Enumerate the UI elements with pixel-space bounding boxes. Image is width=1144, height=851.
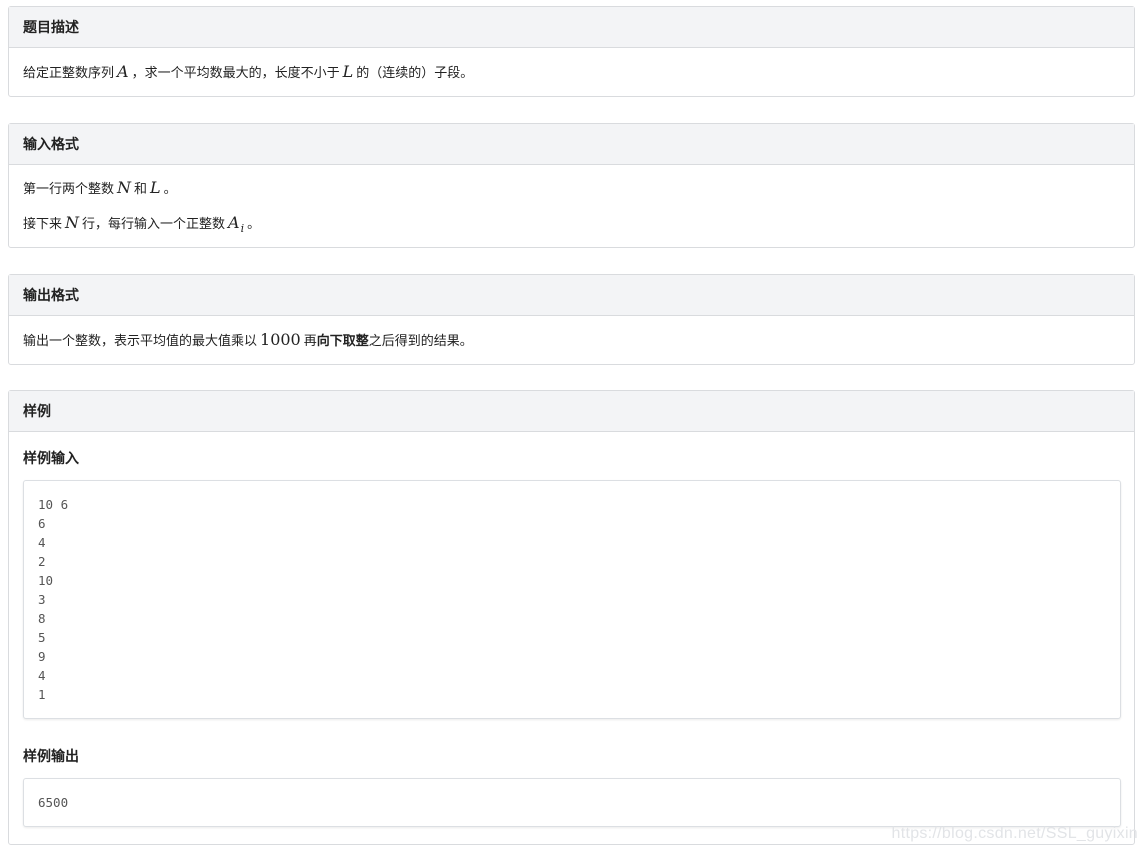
sample-header: 样例	[9, 391, 1134, 432]
math-var-n: N	[65, 213, 80, 232]
math-var-n: N	[117, 178, 132, 197]
emphasis-floor: 向下取整	[316, 334, 369, 349]
math-var-l: L	[150, 178, 161, 197]
watermark: https://blog.csdn.net/SSL_guyixin	[891, 825, 1138, 842]
description-text: 给定正整数序列 A ，求一个平均数最大的，长度不小于 L 的（连续的）子段。	[23, 62, 474, 81]
input-format-card: 输入格式 第一行两个整数 N 和 L 。 接下来 N 行，每行输入一个正整数 A…	[8, 123, 1135, 248]
sample-input-code[interactable]: 10 6 6 4 2 10 3 8 5 9 4 1	[38, 495, 1106, 704]
output-format-body: 输出一个整数，表示平均值的最大值乘以 1000 再 向下取整 之后得到的结果。	[9, 316, 1134, 352]
sample-output-label: 样例输出	[23, 749, 79, 765]
sample-card: 样例 样例输入 10 6 6 4 2 10 3 8 5 9 4 1 样例输出 6…	[8, 390, 1135, 845]
output-format-header: 输出格式	[9, 275, 1134, 316]
sample-output-code[interactable]: 6500	[38, 793, 1106, 812]
sample-input-label: 样例输入	[23, 451, 79, 467]
sample-input-box[interactable]: 10 6 6 4 2 10 3 8 5 9 4 1	[23, 480, 1121, 719]
input-format-line-2: 接下来 N 行，每行输入一个正整数 Ai 。	[23, 213, 1120, 235]
input-format-line-1: 第一行两个整数 N 和 L 。	[23, 178, 177, 197]
math-subscript-i: i	[240, 222, 245, 235]
sample-output-box[interactable]: 6500	[23, 778, 1121, 827]
description-header: 题目描述	[9, 7, 1134, 48]
description-card: 题目描述 给定正整数序列 A ，求一个平均数最大的，长度不小于 L 的（连续的）…	[8, 6, 1135, 97]
output-format-card: 输出格式 输出一个整数，表示平均值的最大值乘以 1000 再 向下取整 之后得到…	[8, 274, 1135, 365]
math-var-a: A	[117, 62, 129, 81]
math-var-l: L	[342, 62, 354, 81]
description-body: 给定正整数序列 A ，求一个平均数最大的，长度不小于 L 的（连续的）子段。	[9, 48, 1134, 84]
output-format-text: 输出一个整数，表示平均值的最大值乘以 1000 再 向下取整 之后得到的结果。	[23, 330, 1120, 352]
input-format-body: 第一行两个整数 N 和 L 。 接下来 N 行，每行输入一个正整数 Ai 。	[9, 165, 1134, 235]
math-number-1000: 1000	[260, 330, 301, 349]
input-format-header: 输入格式	[9, 124, 1134, 165]
